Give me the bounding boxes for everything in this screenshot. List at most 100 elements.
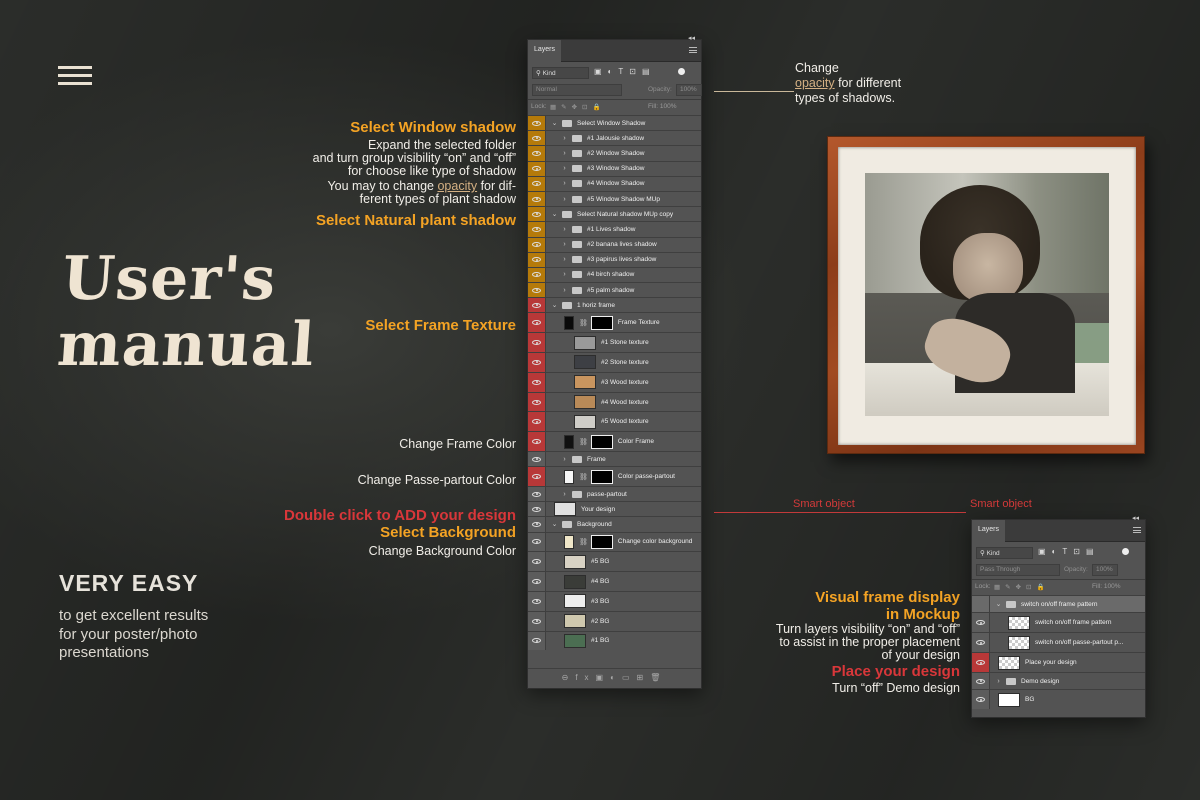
chevron-right-icon[interactable]: › bbox=[560, 256, 569, 263]
layer-mask-thumbnail[interactable] bbox=[590, 434, 613, 449]
visibility-toggle[interactable] bbox=[972, 690, 990, 709]
panel-footer-icons[interactable]: ⊖fx▣◐▭⊞🗑 bbox=[562, 673, 668, 682]
chevron-right-icon[interactable]: › bbox=[560, 491, 569, 498]
kind-filter-select[interactable]: ⚲ Kind bbox=[532, 67, 589, 79]
visibility-toggle[interactable] bbox=[528, 267, 546, 283]
visibility-toggle[interactable] bbox=[528, 252, 546, 267]
layer-row[interactable]: #1 Stone texture bbox=[528, 332, 701, 353]
chevron-right-icon[interactable]: › bbox=[560, 287, 569, 294]
layer-mask-thumbnail[interactable] bbox=[590, 469, 613, 484]
layer-row[interactable]: › #3 papirus lives shadow bbox=[528, 251, 701, 267]
visibility-toggle[interactable] bbox=[528, 161, 546, 176]
visibility-toggle[interactable] bbox=[528, 146, 546, 161]
layer-row[interactable]: › Frame bbox=[528, 451, 701, 467]
layer-row[interactable]: #2 Stone texture bbox=[528, 352, 701, 372]
filter-icons[interactable]: ▣◐T⊡▤ bbox=[594, 67, 656, 76]
layer-row[interactable]: ⛓ Change color background bbox=[528, 531, 701, 552]
layer-row[interactable]: ⌄ Select Natural shadow MUp copy bbox=[528, 206, 701, 222]
visibility-toggle[interactable] bbox=[528, 191, 546, 207]
chevron-down-icon[interactable]: ⌄ bbox=[994, 600, 1003, 608]
visibility-toggle[interactable] bbox=[528, 611, 546, 631]
visibility-toggle[interactable] bbox=[528, 412, 546, 432]
layer-mask-thumbnail[interactable] bbox=[590, 315, 613, 330]
chevron-right-icon[interactable]: › bbox=[560, 180, 569, 187]
visibility-toggle[interactable] bbox=[972, 673, 990, 689]
chevron-down-icon[interactable]: ⌄ bbox=[550, 520, 559, 528]
fill-swatch[interactable] bbox=[564, 434, 574, 449]
layer-row[interactable]: › #5 Window Shadow MUp bbox=[528, 190, 701, 207]
layer-thumbnail[interactable] bbox=[564, 594, 586, 609]
visibility-toggle[interactable] bbox=[528, 467, 546, 486]
filter-icons[interactable]: ▣◐T⊡▤ bbox=[1038, 547, 1100, 556]
layer-thumbnail[interactable] bbox=[574, 335, 596, 350]
layer-row[interactable]: ⌄ Select Window Shadow bbox=[528, 115, 701, 131]
layer-thumbnail[interactable] bbox=[564, 614, 586, 629]
chevron-right-icon[interactable]: › bbox=[560, 241, 569, 248]
chevron-right-icon[interactable]: › bbox=[560, 150, 569, 157]
layer-thumbnail[interactable] bbox=[998, 655, 1020, 670]
panel-menu-icon[interactable] bbox=[689, 47, 697, 53]
visibility-toggle[interactable] bbox=[528, 591, 546, 611]
layer-thumbnail[interactable] bbox=[574, 375, 596, 390]
kind-filter-select[interactable]: ⚲ Kind bbox=[976, 547, 1033, 559]
fill-swatch[interactable] bbox=[564, 469, 574, 484]
tab-layers[interactable]: Layers bbox=[528, 40, 562, 62]
layer-row[interactable]: Your design bbox=[528, 501, 701, 517]
chevron-right-icon[interactable]: › bbox=[560, 456, 569, 463]
filter-toggle-icon[interactable] bbox=[1122, 548, 1129, 555]
chevron-down-icon[interactable]: ⌄ bbox=[550, 119, 559, 127]
visibility-toggle[interactable] bbox=[528, 502, 546, 517]
visibility-toggle[interactable] bbox=[528, 487, 546, 502]
visibility-toggle[interactable] bbox=[528, 237, 546, 252]
opacity-input[interactable]: 100% bbox=[1092, 564, 1118, 576]
visibility-toggle[interactable] bbox=[528, 222, 546, 237]
visibility-toggle[interactable] bbox=[528, 313, 546, 333]
layer-row[interactable]: › #2 banana lives shadow bbox=[528, 236, 701, 252]
visibility-toggle[interactable] bbox=[972, 596, 990, 612]
visibility-toggle[interactable] bbox=[972, 613, 990, 632]
layer-row[interactable]: › #2 Window Shadow bbox=[528, 145, 701, 161]
chevron-down-icon[interactable]: ⌄ bbox=[550, 210, 559, 218]
layer-row[interactable]: #3 Wood texture bbox=[528, 371, 701, 392]
layer-row[interactable]: #2 BG bbox=[528, 610, 701, 631]
panel-menu-icon[interactable] bbox=[1133, 527, 1141, 533]
visibility-toggle[interactable] bbox=[528, 432, 546, 452]
visibility-toggle[interactable] bbox=[528, 353, 546, 372]
blend-mode-select[interactable]: Pass Through bbox=[976, 564, 1060, 576]
chevron-down-icon[interactable]: ⌄ bbox=[550, 301, 559, 309]
layer-row[interactable]: #4 BG bbox=[528, 571, 701, 591]
visibility-toggle[interactable] bbox=[528, 333, 546, 353]
layer-row[interactable]: › #1 Lives shadow bbox=[528, 221, 701, 237]
layer-thumbnail[interactable] bbox=[574, 414, 596, 429]
collapse-icon[interactable]: ◂◂ bbox=[688, 34, 695, 42]
fill-swatch[interactable] bbox=[564, 534, 574, 549]
visibility-toggle[interactable] bbox=[528, 176, 546, 191]
layer-row[interactable]: #5 BG bbox=[528, 551, 701, 572]
tab-layers-small[interactable]: Layers bbox=[972, 520, 1006, 542]
layer-row[interactable]: #4 Wood texture bbox=[528, 391, 701, 412]
layer-mask-thumbnail[interactable] bbox=[590, 534, 613, 549]
visibility-toggle[interactable] bbox=[528, 572, 546, 591]
blend-mode-select[interactable]: Normal bbox=[532, 84, 622, 96]
visibility-toggle[interactable] bbox=[528, 207, 546, 222]
visibility-toggle[interactable] bbox=[528, 372, 546, 392]
layer-row[interactable]: ⛓ Frame Texture bbox=[528, 312, 701, 333]
layer-row[interactable]: #3 BG bbox=[528, 590, 701, 611]
opacity-input[interactable]: 100% bbox=[676, 84, 702, 96]
collapse-icon[interactable]: ◂◂ bbox=[1132, 514, 1139, 522]
layer-row[interactable]: › #4 Window Shadow bbox=[528, 175, 701, 191]
visibility-toggle[interactable] bbox=[528, 552, 546, 572]
layer-row[interactable]: ⌄ Background bbox=[528, 516, 701, 532]
fill-value[interactable]: 100% bbox=[1104, 583, 1121, 590]
filter-toggle-icon[interactable] bbox=[678, 68, 685, 75]
layer-row[interactable]: › #1 Jalousie shadow bbox=[528, 130, 701, 146]
visibility-toggle[interactable] bbox=[528, 517, 546, 532]
chevron-right-icon[interactable]: › bbox=[560, 271, 569, 278]
layer-row[interactable]: › #3 Window Shadow bbox=[528, 160, 701, 176]
layer-row[interactable]: ⌄ 1 horiz frame bbox=[528, 297, 701, 313]
layer-row[interactable]: › Demo design bbox=[972, 672, 1145, 689]
layer-row[interactable]: BG bbox=[972, 689, 1145, 709]
layer-thumbnail[interactable] bbox=[1008, 635, 1030, 650]
layer-row[interactable]: Place your design bbox=[972, 652, 1145, 672]
layer-thumbnail[interactable] bbox=[574, 395, 596, 410]
